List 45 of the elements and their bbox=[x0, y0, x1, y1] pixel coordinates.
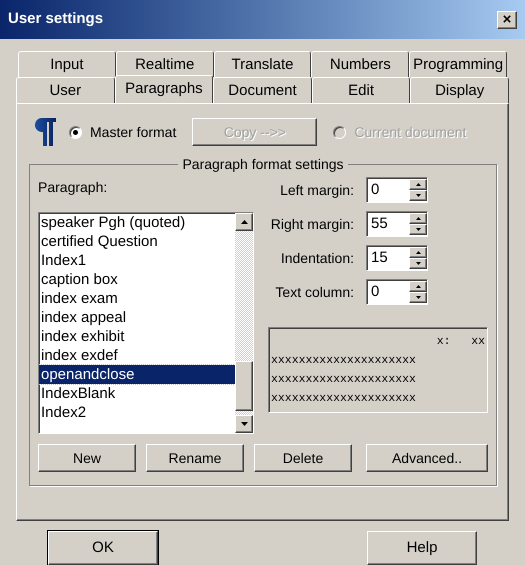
field-label: Left margin: bbox=[279, 180, 355, 200]
button[interactable]: New bbox=[38, 444, 136, 472]
tab[interactable]: Programming bbox=[409, 51, 507, 77]
list-item[interactable]: index appeal bbox=[39, 308, 235, 327]
list-item[interactable]: index exam bbox=[39, 289, 235, 308]
list-item[interactable]: Index1 bbox=[39, 251, 235, 270]
preview-line: xxxxxxxxxxxxxxxxxxxxx bbox=[271, 353, 417, 369]
list-item[interactable]: index exdef bbox=[39, 346, 235, 365]
tab[interactable]: Realtime bbox=[116, 51, 214, 77]
paragraph-list[interactable]: speaker Pgh (quoted) certified Question Index1 caption box index exam index appeal index exhibit index exdef openandclose IndexBlank Index2 bbox=[38, 212, 254, 434]
field-label: Text column: bbox=[274, 282, 355, 302]
field-label: Right margin: bbox=[270, 214, 355, 234]
list-item[interactable]: openandclose bbox=[39, 365, 235, 384]
button[interactable]: Advanced.. bbox=[366, 444, 488, 472]
tab[interactable]: Display bbox=[410, 77, 509, 103]
list-label: Paragraph: bbox=[38, 178, 108, 197]
group-title: Paragraph format settings bbox=[181, 155, 345, 174]
preview-line: xxxxxxxxxxxxxxxxxxxxx bbox=[271, 391, 417, 407]
tab[interactable]: Numbers bbox=[311, 51, 410, 77]
tab[interactable]: Translate bbox=[214, 51, 312, 77]
list-item[interactable]: index exhibit bbox=[39, 327, 235, 346]
number-field[interactable]: 0 bbox=[366, 177, 428, 203]
number-field[interactable]: 15 bbox=[366, 245, 428, 271]
button[interactable]: Delete bbox=[254, 444, 352, 472]
dialog-button[interactable]: OK bbox=[48, 531, 158, 565]
list-item[interactable]: IndexBlank bbox=[39, 384, 235, 403]
list-item[interactable]: Index2 bbox=[39, 403, 235, 422]
window-title: User settings bbox=[8, 9, 104, 30]
tab[interactable]: Edit bbox=[312, 77, 410, 103]
tab[interactable]: Input bbox=[18, 51, 116, 77]
tab[interactable]: Paragraphs bbox=[114, 75, 214, 103]
list-item[interactable]: speaker Pgh (quoted) bbox=[39, 213, 235, 232]
number-field[interactable]: 55 bbox=[366, 211, 428, 237]
field-label: Indentation: bbox=[280, 248, 355, 268]
number-field[interactable]: 0 bbox=[366, 279, 428, 305]
preview-line: xxxxxxxxxxxxxxxxxxxxx bbox=[271, 372, 417, 388]
button[interactable]: Rename bbox=[146, 444, 244, 472]
tab[interactable]: User bbox=[16, 77, 115, 103]
list-item[interactable]: certified Question bbox=[39, 232, 235, 251]
radio-label[interactable]: Master format bbox=[90, 122, 176, 142]
dialog-button[interactable]: Help bbox=[367, 531, 477, 565]
tab[interactable]: Document bbox=[213, 77, 312, 103]
preview-line: x: xx bbox=[436, 334, 485, 350]
list-item[interactable]: caption box bbox=[39, 270, 235, 289]
close-button[interactable]: × bbox=[497, 10, 517, 28]
